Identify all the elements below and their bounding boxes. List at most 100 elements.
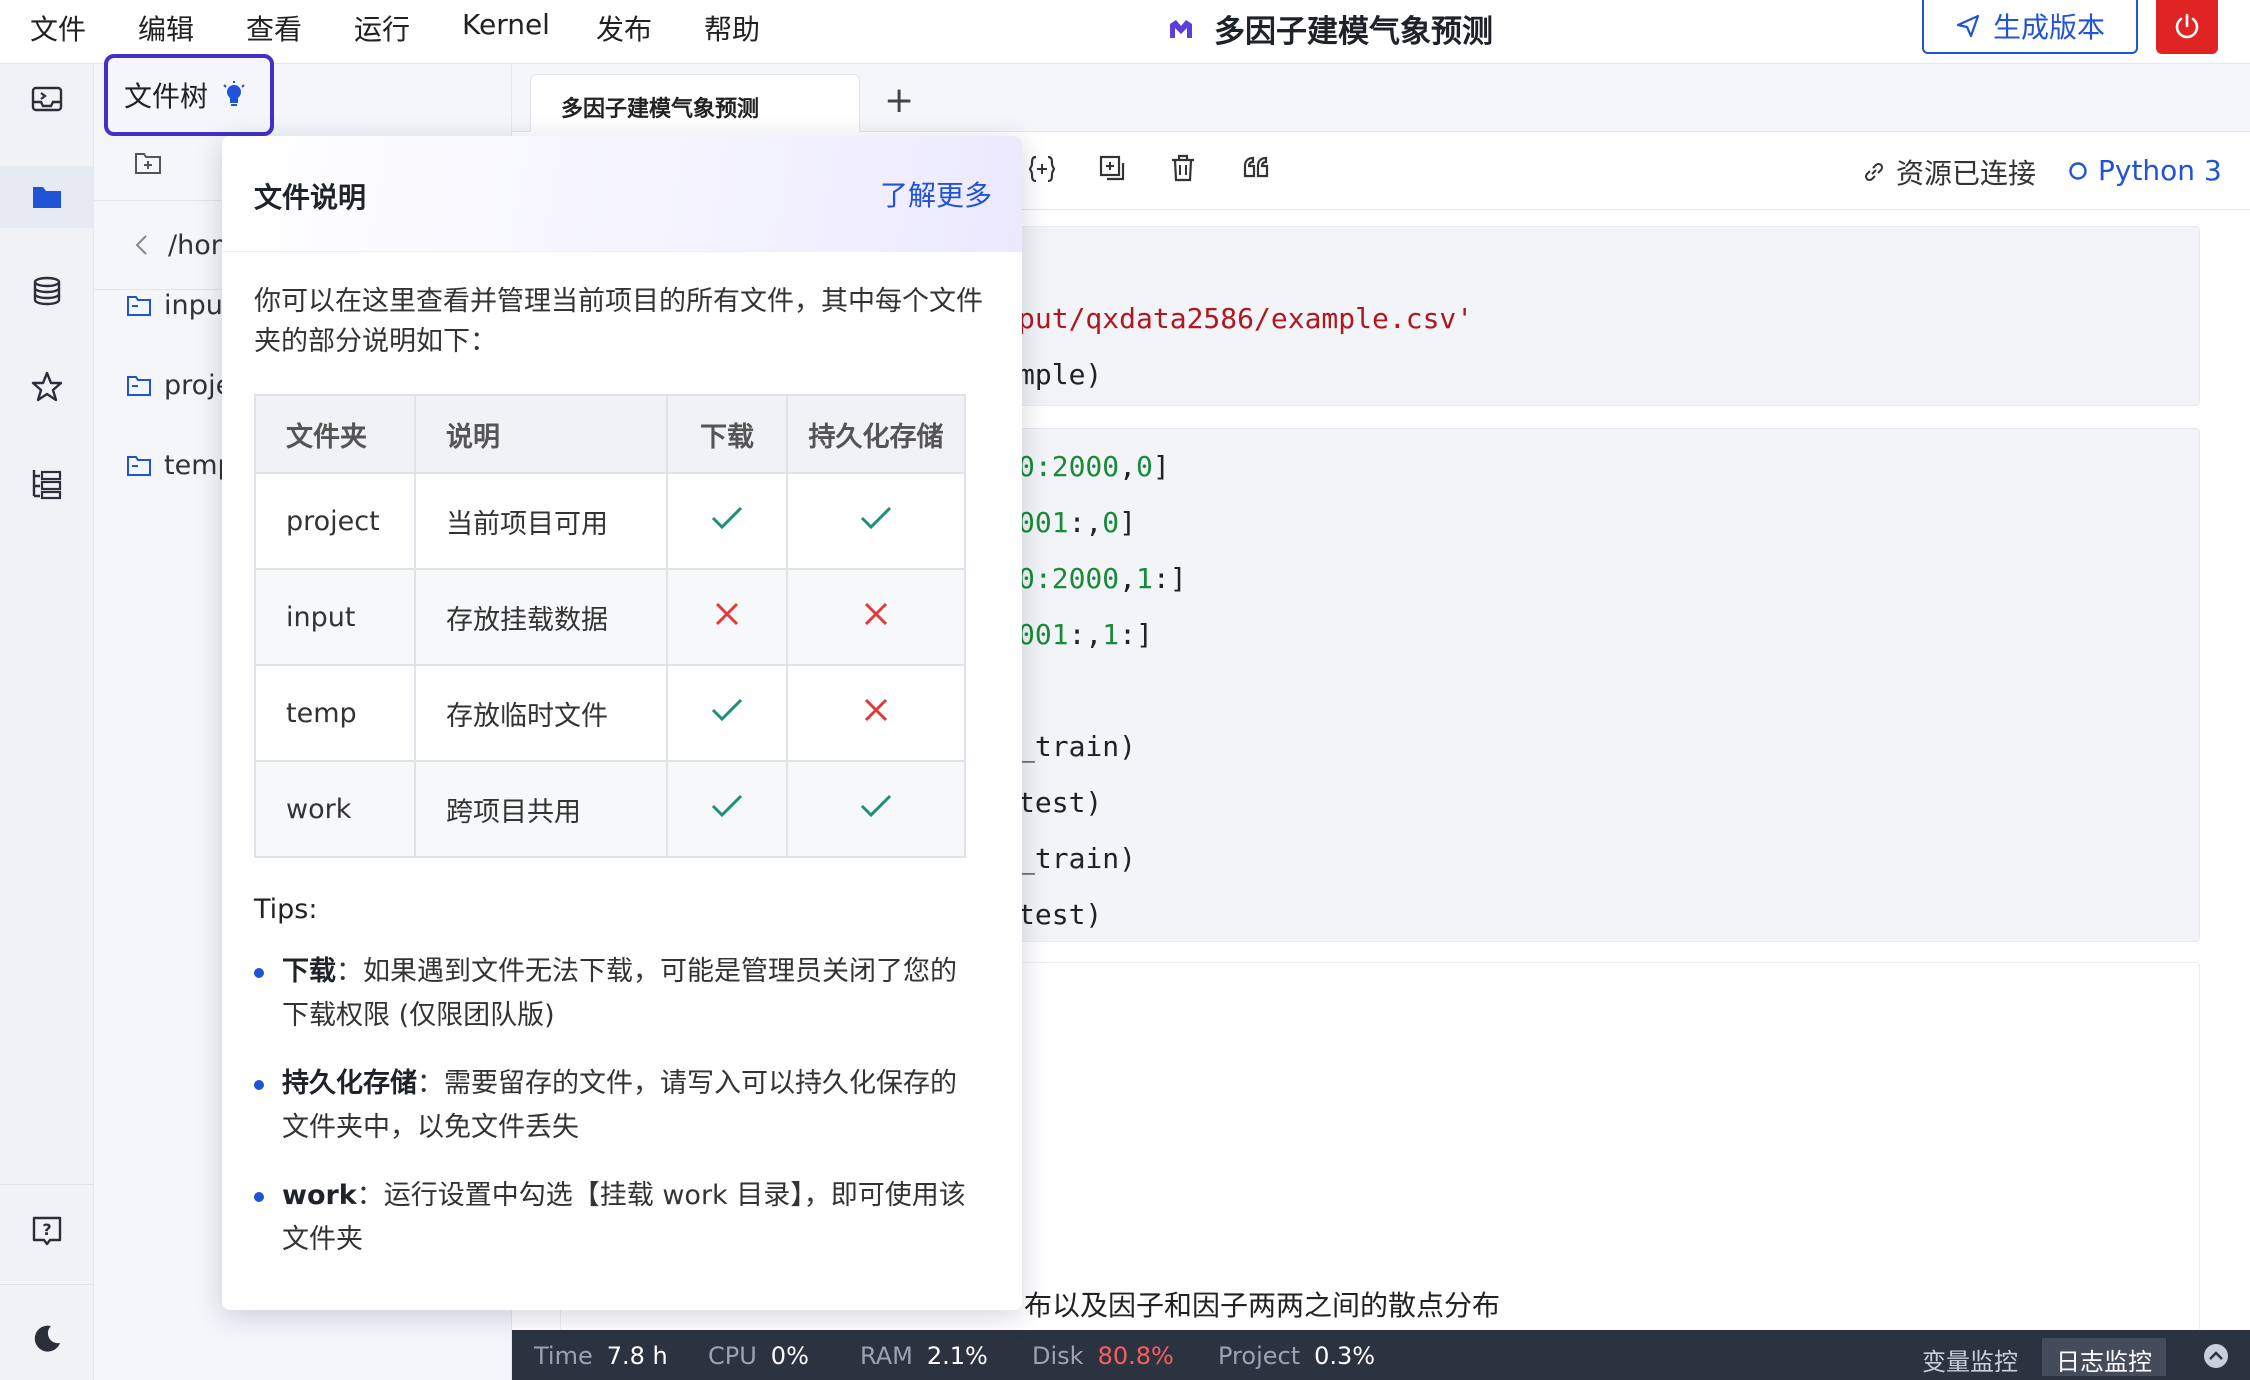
download-cell xyxy=(666,472,788,570)
power-button[interactable] xyxy=(2156,0,2218,54)
check-icon xyxy=(711,794,743,817)
folder-name: work xyxy=(254,760,416,858)
toolbar-delete-button[interactable] xyxy=(1170,154,1196,186)
activity-files[interactable] xyxy=(0,166,94,228)
lightbulb-icon[interactable] xyxy=(222,81,246,109)
kernel-idle-icon xyxy=(2069,161,2087,180)
markdown-text: 布以及因子和因子两两之间的散点分布 xyxy=(1024,1289,1501,1322)
log-monitor-button[interactable]: 日志监控 xyxy=(2042,1338,2166,1376)
database-icon xyxy=(33,276,61,306)
toolbar-braces-button[interactable] xyxy=(1028,154,1056,188)
new-folder-button[interactable] xyxy=(134,150,162,180)
collapse-up-button[interactable] xyxy=(2202,1342,2230,1376)
resource-status-label: 资源已连接 xyxy=(1896,157,2037,190)
link-icon xyxy=(1864,162,1884,182)
code-line: 0:2000,0] xyxy=(1018,450,1170,483)
folder-name: input xyxy=(254,568,416,666)
generate-version-button[interactable]: 生成版本 xyxy=(1922,0,2138,54)
send-icon xyxy=(1956,14,1980,38)
trash-icon xyxy=(1172,154,1194,182)
power-icon xyxy=(2175,13,2199,39)
menu-view[interactable]: 查看 xyxy=(246,8,302,48)
star-icon xyxy=(31,371,63,402)
folder-table: 文件夹 说明 下载 持久化存储 project 当前项目可用 input 存放挂载数据… xyxy=(254,394,966,858)
menu-kernel[interactable]: Kernel xyxy=(462,8,550,41)
download-cell xyxy=(666,760,788,858)
folder-name: temp xyxy=(254,664,416,762)
table-header: 说明 xyxy=(414,394,668,474)
menu-edit[interactable]: 编辑 xyxy=(138,8,194,48)
help-chat-icon: ? xyxy=(32,1216,62,1246)
download-cell xyxy=(666,568,788,666)
add-tab-button[interactable]: + xyxy=(884,80,914,121)
notebook-title: 多因子建模气象预测 xyxy=(1214,14,1493,50)
folder-outline-icon xyxy=(127,455,151,476)
check-icon xyxy=(711,698,743,721)
stat-time: Time 7.8 h xyxy=(534,1342,668,1370)
tip-item: 下载：如果遇到文件无法下载，可能是管理员关闭了您的下载权限 (仅限团队版) xyxy=(254,950,982,1038)
menu-file[interactable]: 文件 xyxy=(30,8,86,48)
persist-cell xyxy=(786,472,966,570)
folder-desc: 跨项目共用 xyxy=(414,760,668,858)
stat-disk: Disk 80.8% xyxy=(1032,1342,1174,1370)
popover-description: 你可以在这里查看并管理当前项目的所有文件，其中每个文件夹的部分说明如下： xyxy=(254,286,983,357)
folder-icon xyxy=(33,187,61,208)
code-line: test) xyxy=(1018,898,1103,931)
download-cell xyxy=(666,664,788,762)
file-item-temp[interactable]: temp xyxy=(126,450,235,481)
chevron-up-circle-icon xyxy=(2204,1344,2228,1368)
file-item-input[interactable]: input xyxy=(126,290,233,321)
tip-item: 持久化存储：需要留存的文件，请写入可以持久化保存的文件夹中，以免文件丢失 xyxy=(254,1062,982,1150)
editor-tabbar: 多因子建模气象预测 + xyxy=(512,64,2250,134)
moon-icon xyxy=(34,1325,60,1352)
cross-icon xyxy=(864,602,888,625)
folder-desc: 当前项目可用 xyxy=(414,472,668,570)
menu-help[interactable]: 帮助 xyxy=(704,8,760,48)
check-icon xyxy=(860,794,892,817)
app-title: 多因子建模气象预测 xyxy=(1166,6,1493,51)
stat-cpu: CPU 0% xyxy=(708,1342,809,1370)
stat-ram: RAM 2.1% xyxy=(860,1342,988,1370)
toolbar-copy-button[interactable] xyxy=(1098,154,1126,186)
new-folder-icon xyxy=(135,153,161,174)
menubar: 文件 编辑 查看 运行 Kernel 发布 帮助 多因子建模气象预测 生成版本 xyxy=(0,0,2250,64)
table-header: 持久化存储 xyxy=(786,394,966,474)
activity-terminal[interactable] xyxy=(0,68,94,130)
tab-notebook[interactable]: 多因子建模气象预测 xyxy=(530,74,860,134)
resource-status[interactable]: 资源已连接 xyxy=(1862,152,2036,192)
table-row: input 存放挂载数据 xyxy=(254,568,966,666)
folder-outline-icon xyxy=(127,295,151,316)
folder-outline-icon xyxy=(127,375,151,396)
folder-desc: 存放挂载数据 xyxy=(414,568,668,666)
app-logo-icon xyxy=(1170,19,1192,38)
check-icon xyxy=(711,506,743,529)
activity-divider xyxy=(0,1184,94,1185)
activity-outline[interactable] xyxy=(0,452,94,514)
tip-item: work：运行设置中勾选【挂载 work 目录】，即可使用该文件夹 xyxy=(254,1174,982,1262)
activity-favorites[interactable] xyxy=(0,356,94,418)
activity-bar: ? xyxy=(0,64,94,1380)
generate-version-label: 生成版本 xyxy=(1992,11,2105,44)
menu-run[interactable]: 运行 xyxy=(354,8,410,48)
kernel-status[interactable]: Python 3 xyxy=(2068,154,2222,187)
cross-icon xyxy=(864,698,888,721)
file-tree-tab[interactable]: 文件树 xyxy=(104,54,274,136)
chevron-left-icon[interactable] xyxy=(134,234,150,256)
code-line: _train) xyxy=(1018,842,1137,875)
table-row: project 当前项目可用 xyxy=(254,472,966,570)
table-row: work 跨项目共用 xyxy=(254,760,966,858)
activity-datasets[interactable] xyxy=(0,260,94,322)
learn-more-link[interactable]: 了解更多 xyxy=(880,174,992,214)
code-line: mple) xyxy=(1018,358,1103,391)
toolbar-quote-button[interactable] xyxy=(1242,154,1270,184)
activity-help[interactable]: ? xyxy=(0,1200,94,1262)
file-info-popover: 文件说明 了解更多 你可以在这里查看并管理当前项目的所有文件，其中每个文件夹的部… xyxy=(222,136,1022,1310)
persist-cell xyxy=(786,760,966,858)
file-item-project[interactable]: proje xyxy=(126,370,232,401)
folder-desc: 存放临时文件 xyxy=(414,664,668,762)
code-line: test) xyxy=(1018,786,1103,819)
variable-monitor-button[interactable]: 变量监控 xyxy=(1908,1338,2032,1376)
outline-tree-icon xyxy=(32,470,62,500)
menu-publish[interactable]: 发布 xyxy=(596,8,652,48)
activity-theme-toggle[interactable] xyxy=(0,1308,94,1370)
